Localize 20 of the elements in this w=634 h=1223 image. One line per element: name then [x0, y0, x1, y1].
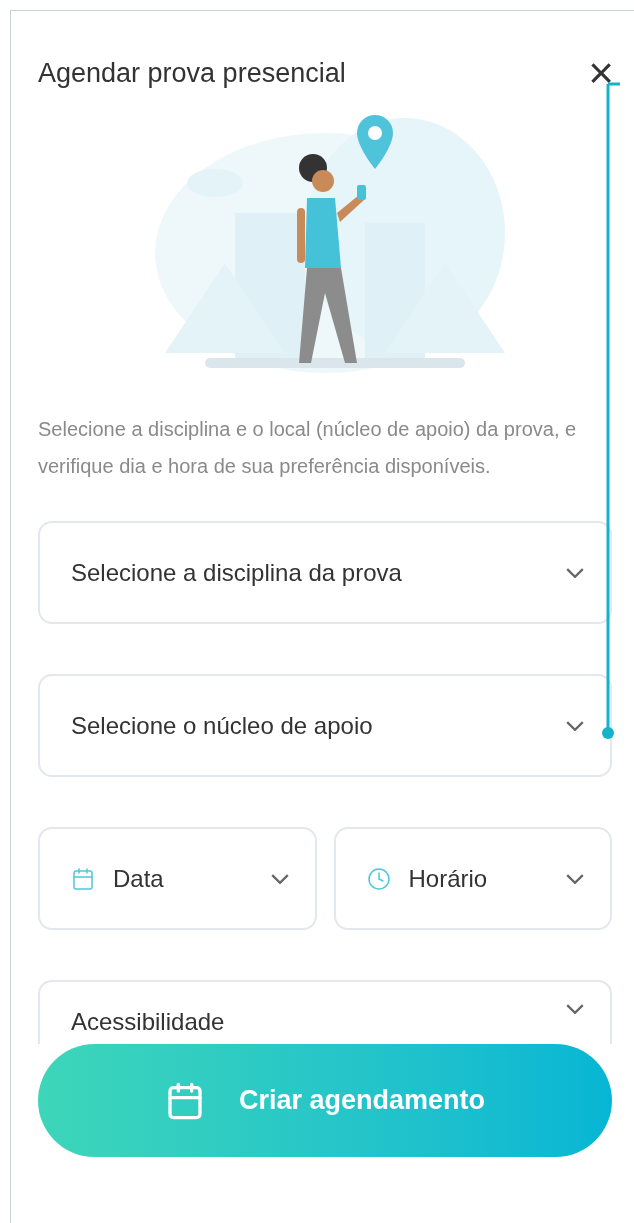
select-placeholder: Acessibilidade: [71, 1007, 226, 1037]
select-field[interactable]: Selecione a disciplina da prova: [38, 521, 612, 624]
select-field[interactable]: Selecione o núcleo de apoio: [38, 674, 612, 777]
select-field[interactable]: Horário: [333, 827, 612, 930]
chevron-down-icon: [566, 1004, 584, 1014]
chevron-down-icon: [566, 873, 584, 884]
calendar-icon: [71, 866, 95, 891]
select-placeholder: Data: [113, 863, 165, 894]
close-button[interactable]: ×: [584, 51, 618, 95]
select-field[interactable]: Data: [38, 827, 317, 930]
select-field[interactable]: Acessibilidade: [38, 980, 612, 1044]
chevron-down-icon: [566, 567, 584, 578]
chevron-down-icon: [566, 720, 584, 731]
select-placeholder: Selecione a disciplina da prova: [71, 557, 403, 588]
select-placeholder: Selecione o núcleo de apoio: [71, 710, 374, 741]
clock-icon: [366, 866, 391, 891]
chevron-down-icon: [270, 873, 289, 884]
description-text: Selecione a disciplina e o local (núcleo de apoio) da prova, e verifique dia e hora de sua preferência disponíveis.: [38, 417, 578, 479]
select-placeholder: Horário: [408, 863, 489, 894]
dialog-title: Agendar prova presencial: [38, 56, 346, 90]
